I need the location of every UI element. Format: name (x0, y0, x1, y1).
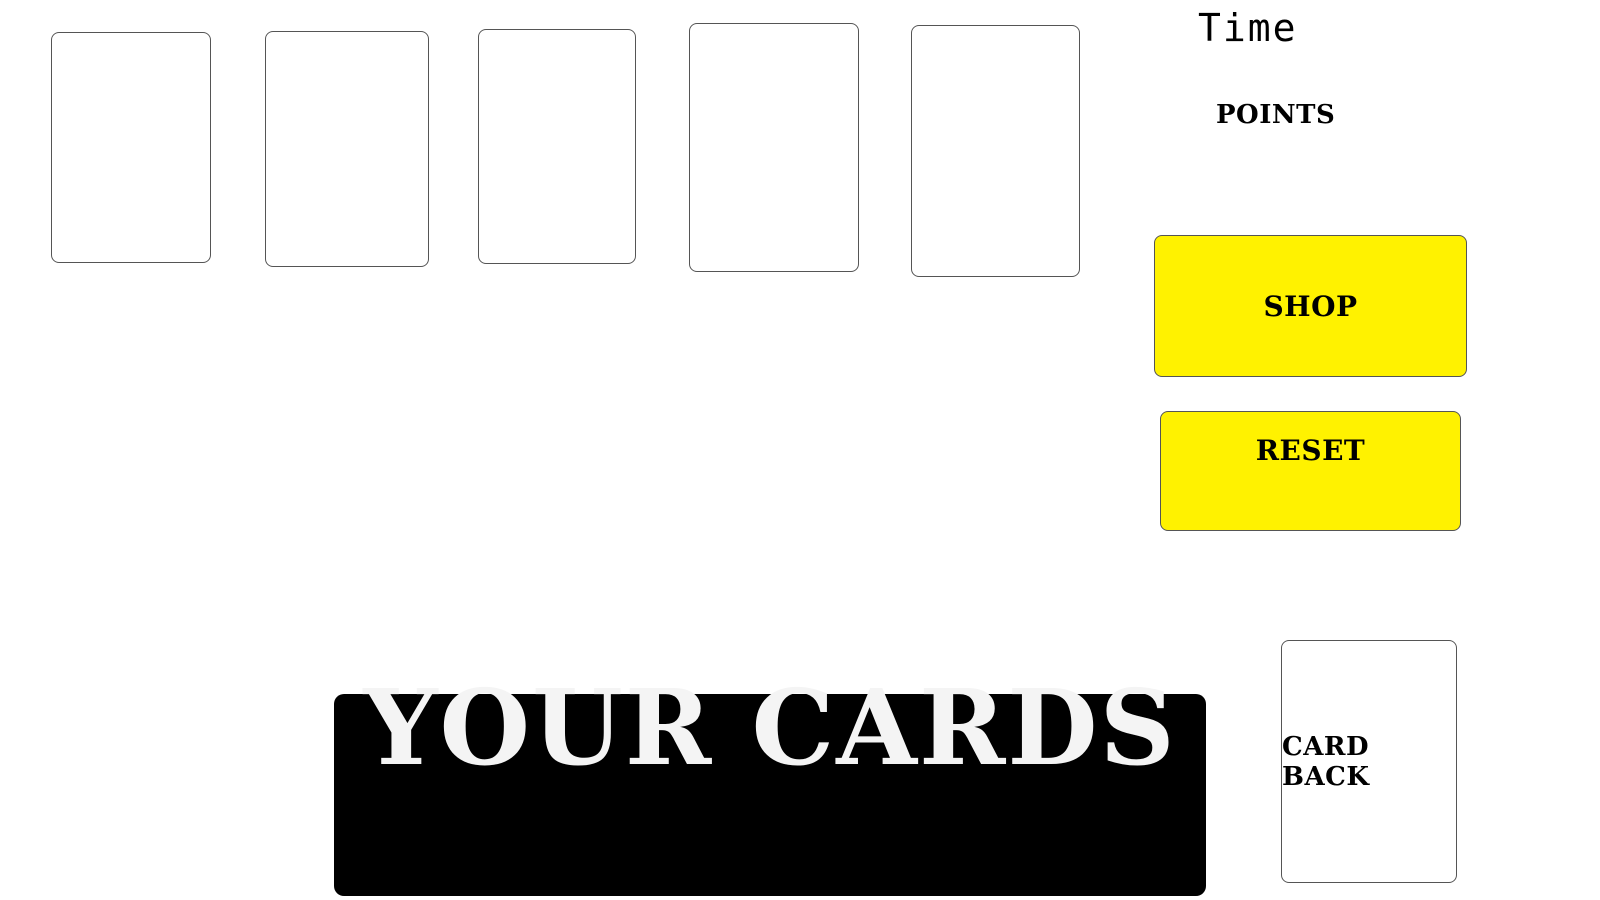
player-hand-area[interactable] (334, 694, 1206, 896)
points-label: POINTS (1216, 100, 1336, 130)
time-label: Time (1198, 6, 1298, 50)
reset-button-label: RESET (1255, 434, 1366, 467)
table-card-slot-2[interactable] (265, 31, 429, 267)
card-back-deck[interactable]: CARD BACK (1281, 640, 1457, 883)
card-back-label: CARD BACK (1282, 731, 1370, 792)
table-card-slot-1[interactable] (51, 32, 211, 263)
shop-button-label: SHOP (1263, 289, 1358, 323)
table-card-slot-4[interactable] (689, 23, 859, 272)
reset-button[interactable]: RESET (1160, 411, 1461, 531)
table-card-slot-5[interactable] (911, 25, 1080, 277)
table-card-slot-3[interactable] (478, 29, 636, 264)
shop-button[interactable]: SHOP (1154, 235, 1467, 377)
